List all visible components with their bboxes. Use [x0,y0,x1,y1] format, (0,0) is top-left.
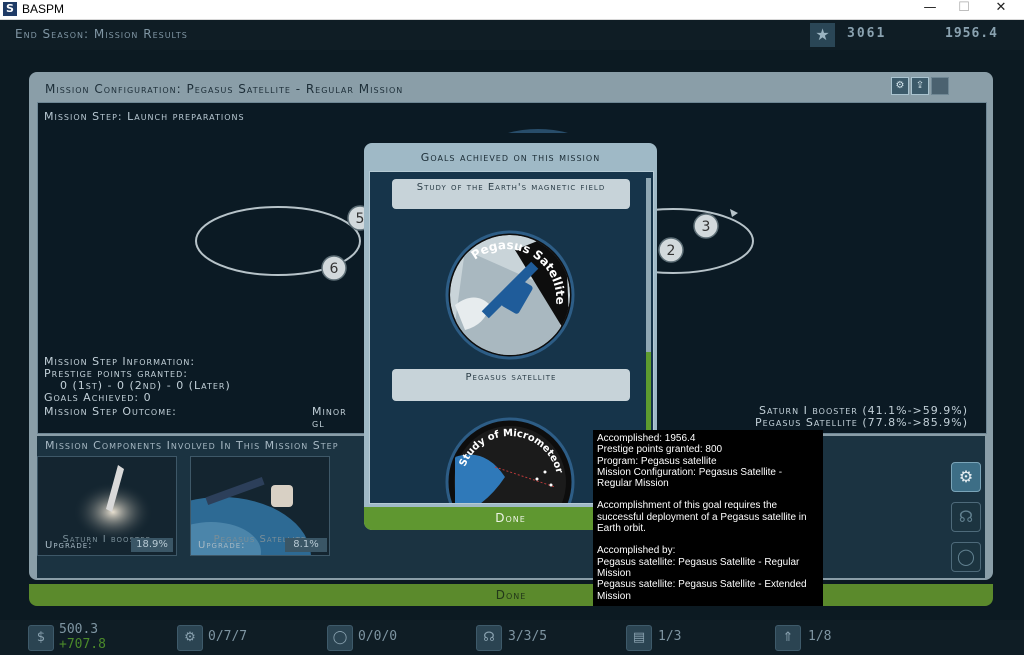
mission-step-info: Mission Step Information: Prestige point… [44,356,346,430]
upgrade-label: Upgrade: [45,540,93,551]
season-label: End Season: Mission Results [15,27,188,41]
dialog-title: Goals achieved on this mission [420,151,601,164]
goal-tooltip: Accomplished: 1956.4 Prestige points gra… [593,430,823,606]
micrometeoroids-badge[interactable]: Study of Micrometeoroids in [445,417,575,504]
satellite-reliability: Pegasus Satellite (77.8%->85.9%) [754,416,968,429]
resource-value: 0/7/7 [208,629,248,644]
tooltip-by-label: Accomplished by: [597,545,676,557]
tooltip-program: Program: Pegasus satellite [597,455,717,467]
tooltip-prestige: Prestige points granted: 800 [597,444,723,456]
goal-title: Pegasus satellite [392,369,630,401]
headset-icon[interactable]: ☊ [951,502,981,532]
done-button[interactable]: Done [29,584,993,606]
orbit-step-marker[interactable]: 2 [658,237,684,263]
outcome-label: Mission Step Outcome: [44,405,177,418]
orbit-step-marker[interactable]: 3 [693,213,719,239]
resource-value: 1/8 [808,629,832,644]
goal-title: Study of the Earth's magnetic field [392,179,630,209]
pegasus-satellite-badge[interactable]: Pegasus Satellite [445,230,575,360]
export-icon[interactable]: ⇪ [911,77,929,95]
resource-bar: $ 500.3 +707.8 ⚙ 0/7/7 ◯ 0/0/0 ☊ 3/3/5 ▤… [0,620,1024,655]
resource-value: 1/3 [658,629,682,644]
upgrade-label: Upgrade: [198,540,246,551]
resource-value: 3/3/5 [508,629,548,644]
svg-text:3: 3 [702,219,711,235]
money-display: 500.3 +707.8 [59,622,106,652]
capsule-icon[interactable]: ◯ [951,542,981,572]
tooltip-accomplished: Accomplished: 1956.4 [597,433,696,444]
window-titlebar: S BASPM — ☐ ✕ [0,0,1024,20]
component-reliability-list: Saturn I booster (41.1%->59.9%) Pegasus … [755,405,968,429]
goals-achieved-label: Goals Achieved: 0 [44,391,152,404]
app-icon: S [3,2,17,16]
outcome-value: Minor gl [312,405,347,430]
orbit-step-marker[interactable]: 6 [321,255,347,281]
minimize-button[interactable]: — [912,0,948,19]
resource-value: 0/0/0 [358,629,398,644]
folder-icon[interactable]: ▤ [626,625,652,651]
top-status-bar: End Season: Mission Results ★ 3061 1956.… [0,20,1024,50]
tooltip-description: Accomplishment of this goal requires the… [597,500,807,535]
rocket-icon[interactable]: ⇑ [775,625,801,651]
tooltip-by-regular: Pegasus satellite: Pegasus Satellite - R… [597,556,800,579]
star-icon[interactable]: ★ [810,23,835,47]
panel-title: Mission Configuration: Pegasus Satellite… [45,82,404,96]
gear-icon[interactable]: ⚙ [177,625,203,651]
close-button[interactable]: ✕ [983,0,1019,19]
money-value: 500.3 [59,622,99,637]
window-title: BASPM [22,2,65,16]
maximize-button[interactable]: ☐ [946,0,982,19]
capsule-icon[interactable]: ◯ [327,625,353,651]
minimize-panel-icon[interactable] [931,77,949,95]
upgrade-value: 8.1% [285,538,327,552]
tooltip-config: Mission Configuration: Pegasus Satellite… [597,466,783,490]
upgrade-value: 18.9% [131,538,173,552]
earth-glimpse [508,128,568,133]
orbit-arrow-icon [730,209,738,217]
svg-text:2: 2 [667,243,676,259]
tooltip-by-extended: Pegasus satellite: Pegasus Satellite - E… [597,579,807,602]
prestige-counter: 3061 [847,26,887,41]
dollar-icon[interactable]: $ [28,625,54,651]
svg-text:6: 6 [330,261,339,277]
gear-icon[interactable]: ⚙ [951,462,981,492]
current-date: 1956.4 [945,26,998,41]
money-delta: +707.8 [59,637,106,652]
headset-icon[interactable]: ☊ [476,625,502,651]
settings-icon[interactable]: ⚙ [891,77,909,95]
components-title: Mission Components Involved In This Miss… [45,439,339,452]
